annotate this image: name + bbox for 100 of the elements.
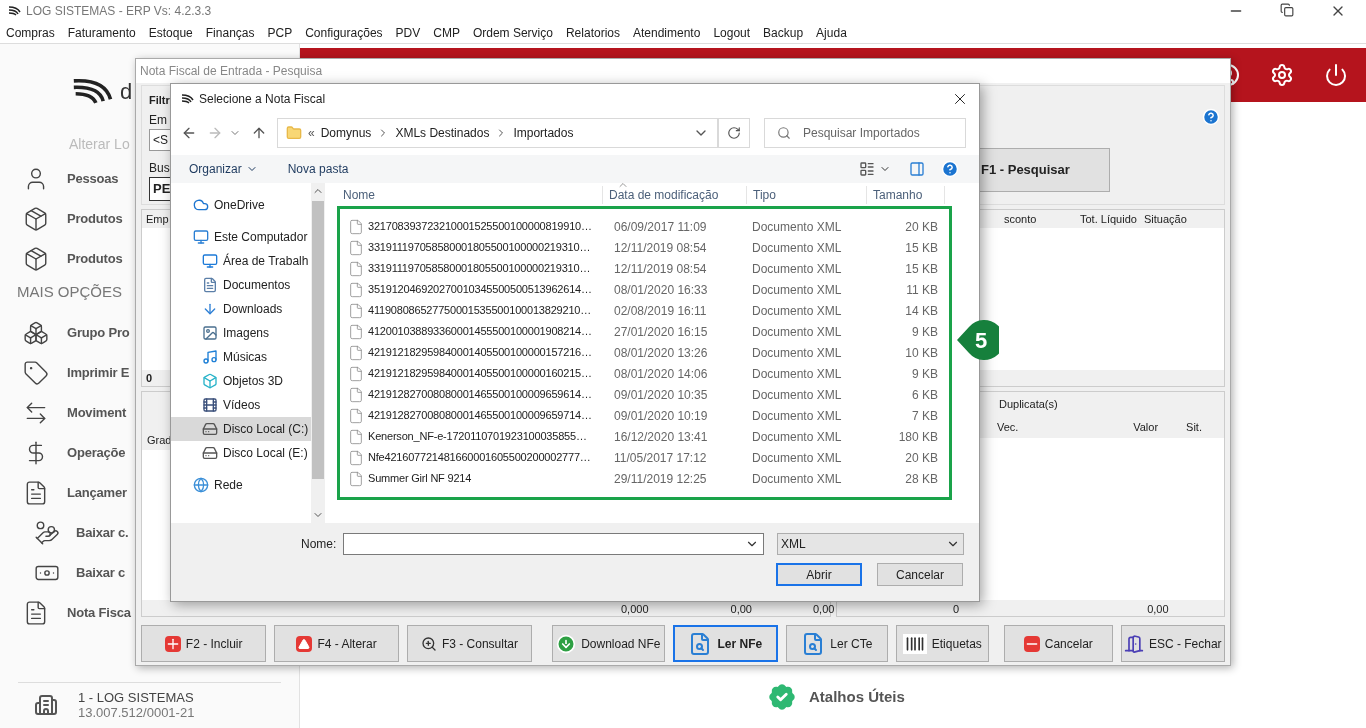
menu-item[interactable]: Atendimento (633, 23, 701, 42)
file-icon (348, 449, 364, 466)
column-header[interactable]: Tamanho (867, 186, 945, 204)
toolbar-button[interactable]: F3 - Consultar (406, 625, 533, 662)
new-folder-button[interactable]: Nova pasta (287, 160, 349, 178)
nav-item[interactable]: Objetos 3D (171, 369, 311, 393)
file-row[interactable]: 421912182959840001405500100000157216… 08/01/2020 13:26 Documento XML 10 KB (340, 342, 949, 363)
menu-item[interactable]: Compras (6, 23, 55, 42)
menu-item[interactable]: Estoque (148, 23, 193, 42)
toolbar-button[interactable]: Download NFe (552, 625, 665, 662)
file-row[interactable]: 331911197058580001805500100000219310… 12/11/2019 08:54 Documento XML 15 KB (340, 258, 949, 279)
file-row[interactable]: 351912046920270010345500500513962614… 08/01/2020 16:33 Documento XML 11 KB (340, 279, 949, 300)
sidebar-item[interactable]: Operaçõe (23, 433, 126, 473)
file-row[interactable]: 421912827008080001465500100009659614… 09/01/2020 10:35 Documento XML 6 KB (340, 384, 949, 405)
up-icon[interactable] (251, 125, 267, 141)
sidebar-item[interactable]: Produtos (23, 239, 123, 279)
power-icon[interactable] (1324, 63, 1348, 87)
menu-item[interactable]: Backup (763, 23, 804, 42)
nav-item[interactable]: Downloads (171, 297, 311, 321)
nav-item[interactable]: Disco Local (E:) (171, 441, 311, 465)
view-icon[interactable] (859, 161, 875, 177)
toolbar-button[interactable]: F4 - Alterar (274, 625, 399, 662)
file-row[interactable]: 331911197058580001805500100000219310… 12/11/2019 08:54 Documento XML 15 KB (340, 237, 949, 258)
toolbar-button[interactable]: F2 - Incluir (141, 625, 267, 662)
file-icon (348, 302, 364, 319)
file-row[interactable]: 421912182959840001405500100000160215… 08/01/2020 14:06 Documento XML 9 KB (340, 363, 949, 384)
file-row[interactable]: Nfe421607721481660001605500200002777… 11/05/2017 17:12 Documento XML 20 KB (340, 447, 949, 468)
back-icon[interactable] (181, 125, 197, 141)
sidebar-item[interactable]: Nota Fisca (23, 593, 131, 633)
sidebar-item[interactable]: Moviment (23, 393, 127, 433)
nav-item[interactable]: Disco Local (C:) (171, 417, 311, 441)
file-row[interactable]: Summer Girl NF 9214 29/11/2019 12:25 Documento XML 28 KB (340, 468, 949, 489)
file-row[interactable]: Kenerson_NF-e-1720110701923100035855… 16/12/2020 13:41 Documento XML 180 KB (340, 426, 949, 447)
toolbar-button[interactable]: Cancelar (1004, 625, 1113, 662)
step-callout: 5 (955, 319, 999, 361)
panel-title: Duplicata(s) (999, 398, 1058, 410)
nav-item[interactable]: Rede (171, 473, 311, 497)
sidebar-item[interactable]: Baixar c (34, 553, 125, 593)
breadcrumb-item[interactable]: Importados (513, 124, 574, 142)
column-header: Emp (145, 211, 169, 227)
nav-item[interactable]: Este Computador (171, 225, 311, 249)
file-row[interactable]: 412001038893360001455500100001908214… 27/01/2020 16:15 Documento XML 9 KB (340, 321, 949, 342)
address-bar[interactable]: « Domynus XMLs Destinados Importados (277, 118, 718, 148)
settings-icon[interactable] (1270, 63, 1294, 87)
menu-item[interactable]: CMP (433, 23, 460, 42)
box-icon (23, 246, 49, 272)
menu-item[interactable]: Faturamento (67, 23, 136, 42)
nav-item[interactable]: Imagens (171, 321, 311, 345)
sidebar-item[interactable]: Produtos (23, 199, 123, 239)
column-header[interactable]: Nome (337, 186, 603, 204)
menu-item[interactable]: Logout (713, 23, 751, 42)
help-icon[interactable] (1202, 108, 1220, 126)
sidebar-item[interactable]: Imprimir E (23, 353, 130, 393)
menu-item[interactable]: Configurações (305, 23, 383, 42)
search-field[interactable]: Pesquisar Importados (764, 118, 966, 148)
sidebar-item[interactable]: Grupo Pro (23, 313, 130, 353)
organize-menu[interactable]: Organizar (189, 160, 258, 178)
file-row[interactable]: 321708393723210001525500100000819910… 06/09/2017 11:09 Documento XML 20 KB (340, 216, 949, 237)
file-row[interactable]: 421912827008080001465500100009659714… 09/01/2020 10:19 Documento XML 7 KB (340, 405, 949, 426)
menu-item[interactable]: Ajuda (816, 23, 847, 42)
sidebar-item[interactable]: Baixar c. (34, 513, 129, 553)
scrollbar[interactable] (311, 183, 325, 523)
file-icon (348, 260, 364, 277)
column-header[interactable]: Tipo (747, 186, 867, 204)
menu-item[interactable]: PDV (395, 23, 421, 42)
restore-icon[interactable] (1280, 3, 1294, 17)
door-icon (1123, 633, 1144, 654)
nav-item[interactable]: Vídeos (171, 393, 311, 417)
menu-item[interactable]: Ordem Serviço (472, 23, 553, 42)
breadcrumb-item[interactable]: Domynus (320, 124, 372, 142)
toolbar-button[interactable]: ESC - Fechar (1120, 625, 1225, 662)
nav-item[interactable]: Documentos (171, 273, 311, 297)
toolbar-button[interactable]: Ler NFe (672, 625, 779, 662)
column-header[interactable]: Data de modificação (603, 186, 747, 204)
refresh-button[interactable] (718, 118, 750, 148)
dialog-title: Selecione a Nota Fiscal (199, 91, 326, 108)
nav-item[interactable]: Músicas (171, 345, 311, 369)
file-icon (348, 281, 364, 298)
breadcrumb-item[interactable]: XMLs Destinados (395, 124, 490, 142)
column-header: Vec. (996, 419, 1019, 435)
file-type-select[interactable]: XML (777, 533, 964, 555)
sidebar-item[interactable]: Pessoas (23, 159, 119, 199)
filename-field[interactable] (343, 533, 764, 555)
preview-pane-icon[interactable] (909, 161, 925, 177)
toolbar-button[interactable]: Etiquetas (895, 625, 990, 662)
menu-item[interactable]: PCP (267, 23, 293, 42)
scroll-thumb[interactable] (312, 201, 324, 479)
nav-item[interactable]: Área de Trabalh (171, 249, 311, 273)
cancel-button[interactable]: Cancelar (877, 563, 963, 586)
triangle-icon (296, 635, 313, 652)
open-button[interactable]: Abrir (776, 563, 862, 586)
menu-item[interactable]: Relatorios (565, 23, 620, 42)
path-overflow[interactable]: « (308, 124, 315, 142)
menu-item[interactable]: Finanças (205, 23, 255, 42)
file-row[interactable]: 411908086527750001535500100013829210… 02/08/2019 16:11 Documento XML 14 KB (340, 300, 949, 321)
help-icon[interactable] (941, 160, 959, 178)
file-icon (348, 470, 364, 487)
toolbar-button[interactable]: Ler CTe (786, 625, 888, 662)
barcode-icon (902, 633, 927, 654)
sidebar-item[interactable]: Lançamer (23, 473, 127, 513)
